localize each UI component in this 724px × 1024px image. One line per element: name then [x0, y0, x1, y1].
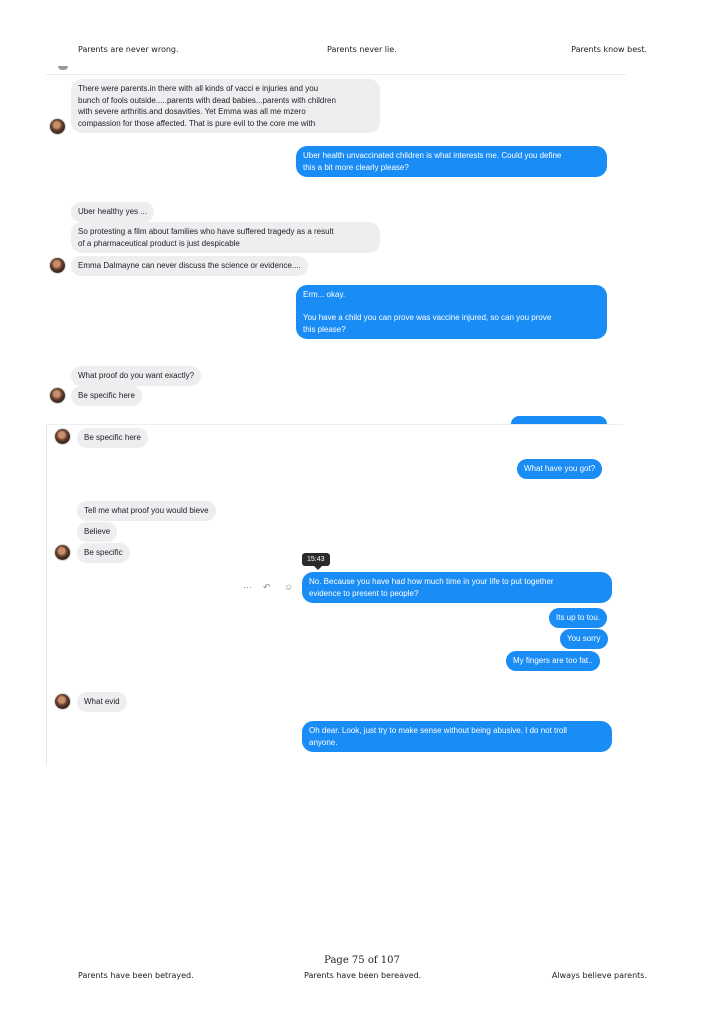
message-incoming[interactable]: Be specific here — [71, 386, 142, 406]
timestamp-tooltip: 15:43 — [302, 553, 330, 570]
footer-right: Always believe parents. — [551, 971, 647, 980]
header-left: Parents are never wrong. — [78, 45, 179, 54]
avatar[interactable] — [55, 429, 70, 444]
message-incoming[interactable]: Be specific — [77, 543, 130, 563]
message-incoming[interactable]: Emma Dalmayne can never discuss the scie… — [71, 256, 308, 276]
message-incoming[interactable]: Uber healthy yes ... — [71, 202, 154, 222]
message-outgoing[interactable]: You sorry — [560, 629, 608, 649]
avatar-edge — [58, 66, 68, 70]
message-incoming[interactable]: Believe — [77, 522, 118, 542]
footer-left: Parents have been betrayed. — [78, 971, 194, 980]
message-incoming[interactable]: There were parents.in there with all kin… — [71, 79, 380, 133]
message-incoming[interactable]: What evid — [77, 692, 127, 712]
avatar[interactable] — [55, 545, 70, 560]
emoji-icon[interactable]: ☺ — [284, 581, 293, 593]
page-number: Page 75 of 107 — [324, 955, 400, 966]
message-outgoing[interactable]: What have you got? — [517, 459, 603, 479]
message-outgoing[interactable]: No. Because you have had how much time i… — [302, 572, 612, 603]
message-outgoing[interactable]: Its up to tou. — [549, 608, 608, 628]
avatar[interactable] — [55, 694, 70, 709]
chat-screenshot-1: There were parents.in there with all kin… — [46, 66, 626, 424]
avatar[interactable] — [50, 119, 65, 134]
avatar[interactable] — [50, 388, 65, 403]
message-outgoing-partial[interactable] — [511, 416, 607, 424]
message-outgoing[interactable]: Uber health unvaccinated children is wha… — [296, 146, 607, 177]
avatar[interactable] — [50, 258, 65, 273]
chat-screenshot-2: Be specific here What have you got? Tell… — [46, 424, 623, 765]
message-incoming[interactable]: So protesting a film about families who … — [71, 222, 380, 253]
header-center: Parents never lie. — [327, 45, 397, 54]
footer-center: Parents have been bereaved. — [304, 971, 422, 980]
message-incoming[interactable]: What proof do you want exactly? — [71, 366, 202, 386]
message-outgoing[interactable]: Oh dear. Look, just try to make sense wi… — [302, 721, 612, 752]
header-right: Parents know best. — [571, 45, 647, 54]
message-outgoing[interactable]: Erm... okay. You have a child you can pr… — [296, 285, 607, 339]
reply-icon[interactable]: ↶ — [263, 581, 271, 593]
message-incoming[interactable]: Tell me what proof you would bieve — [77, 501, 216, 521]
divider — [46, 74, 626, 75]
message-incoming[interactable]: Be specific here — [77, 428, 148, 448]
more-icon[interactable]: ⋯ — [243, 581, 252, 593]
message-outgoing[interactable]: My fingers are too fat.. — [506, 651, 600, 671]
